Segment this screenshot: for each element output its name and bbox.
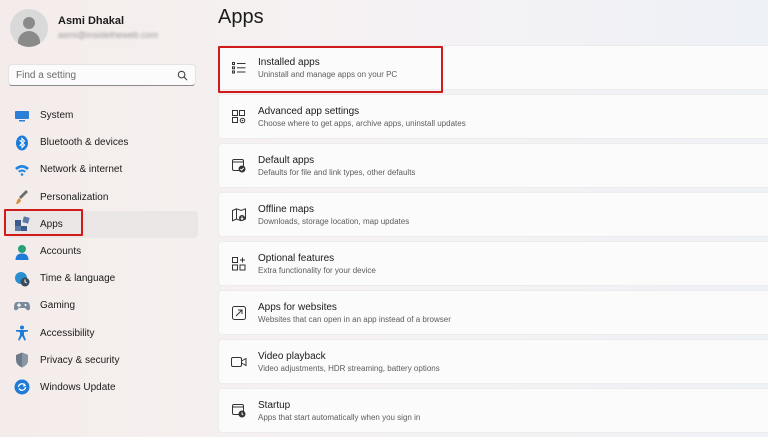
sidebar-item-label: Gaming <box>40 300 76 312</box>
sidebar-item-label: Time & language <box>40 273 116 285</box>
profile-name: Asmi Dhakal <box>58 15 125 27</box>
card-subtitle: Websites that can open in an app instead… <box>258 314 451 324</box>
user-profile[interactable]: Asmi Dhakal asmi@insidetheweb.com <box>10 8 158 48</box>
sidebar-item-accounts[interactable]: Accounts <box>6 238 198 265</box>
startup-icon <box>230 402 248 420</box>
card-title: Advanced app settings <box>258 105 360 117</box>
add-grid-icon <box>230 255 248 273</box>
card-subtitle: Defaults for file and link types, other … <box>258 167 416 177</box>
brush-icon <box>14 189 30 205</box>
sidebar-item-label: System <box>40 110 74 122</box>
profile-email: asmi@insidetheweb.com <box>58 30 159 40</box>
globe-clock-icon <box>14 271 30 287</box>
card-title: Optional features <box>258 252 335 264</box>
bluetooth-icon <box>14 135 30 151</box>
sidebar-nav: System Bluetooth & devices Network & int… <box>6 102 198 401</box>
sidebar-item-system[interactable]: System <box>6 102 198 129</box>
map-icon <box>230 206 248 224</box>
card-offline-maps[interactable]: Offline maps Downloads, storage location… <box>218 192 768 237</box>
search-input[interactable]: Find a setting <box>8 64 196 86</box>
apps-highlight-box <box>4 209 83 236</box>
card-subtitle: Choose where to get apps, archive apps, … <box>258 118 466 128</box>
sidebar-item-windows-update[interactable]: Windows Update <box>6 374 198 401</box>
card-title: Default apps <box>258 154 315 166</box>
open-external-icon <box>230 304 248 322</box>
sidebar-item-label: Privacy & security <box>40 354 120 366</box>
sidebar-item-label: Personalization <box>40 191 109 203</box>
card-optional-features[interactable]: Optional features Extra functionality fo… <box>218 241 768 286</box>
card-advanced-app-settings[interactable]: Advanced app settings Choose where to ge… <box>218 94 768 139</box>
sidebar-item-label: Accounts <box>40 246 82 258</box>
accounts-icon <box>14 244 30 260</box>
card-subtitle: Downloads, storage location, map updates <box>258 216 410 226</box>
card-video-playback[interactable]: Video playback Video adjustments, HDR st… <box>218 339 768 384</box>
app-settings-icon <box>230 108 248 126</box>
card-default-apps[interactable]: Default apps Defaults for file and link … <box>218 143 768 188</box>
sidebar-item-label: Windows Update <box>40 381 116 393</box>
sidebar-item-gaming[interactable]: Gaming <box>6 292 198 319</box>
sidebar-item-label: Network & internet <box>40 164 123 176</box>
card-subtitle: Video adjustments, HDR streaming, batter… <box>258 363 440 373</box>
search-icon[interactable] <box>175 68 189 82</box>
card-subtitle: Apps that start automatically when you s… <box>258 412 421 422</box>
card-subtitle: Extra functionality for your device <box>258 265 376 275</box>
page-title: Apps <box>218 6 264 28</box>
sidebar-item-label: Accessibility <box>40 327 95 339</box>
accessibility-icon <box>14 325 30 341</box>
shield-icon <box>14 352 30 368</box>
search-placeholder: Find a setting <box>16 69 77 81</box>
system-icon <box>14 108 30 124</box>
card-title: Video playback <box>258 350 326 362</box>
card-title: Startup <box>258 399 291 411</box>
video-icon <box>230 353 248 371</box>
avatar <box>10 9 48 47</box>
wifi-icon <box>14 162 30 178</box>
card-title: Offline maps <box>258 203 314 215</box>
sidebar-item-privacy-security[interactable]: Privacy & security <box>6 347 198 374</box>
sidebar-item-bluetooth[interactable]: Bluetooth & devices <box>6 129 198 156</box>
sidebar-item-network[interactable]: Network & internet <box>6 156 198 183</box>
card-title: Apps for websites <box>258 301 337 313</box>
settings-card-list: Installed apps Uninstall and manage apps… <box>218 45 768 437</box>
default-apps-icon <box>230 157 248 175</box>
card-apps-for-websites[interactable]: Apps for websites Websites that can open… <box>218 290 768 335</box>
update-icon <box>14 379 30 395</box>
gamepad-icon <box>14 298 30 314</box>
installed-apps-highlight-box <box>218 46 443 93</box>
sidebar-item-label: Bluetooth & devices <box>40 137 129 149</box>
sidebar-item-accessibility[interactable]: Accessibility <box>6 320 198 347</box>
sidebar-item-time-language[interactable]: Time & language <box>6 265 198 292</box>
sidebar-item-personalization[interactable]: Personalization <box>6 184 198 211</box>
card-startup[interactable]: Startup Apps that start automatically wh… <box>218 388 768 433</box>
